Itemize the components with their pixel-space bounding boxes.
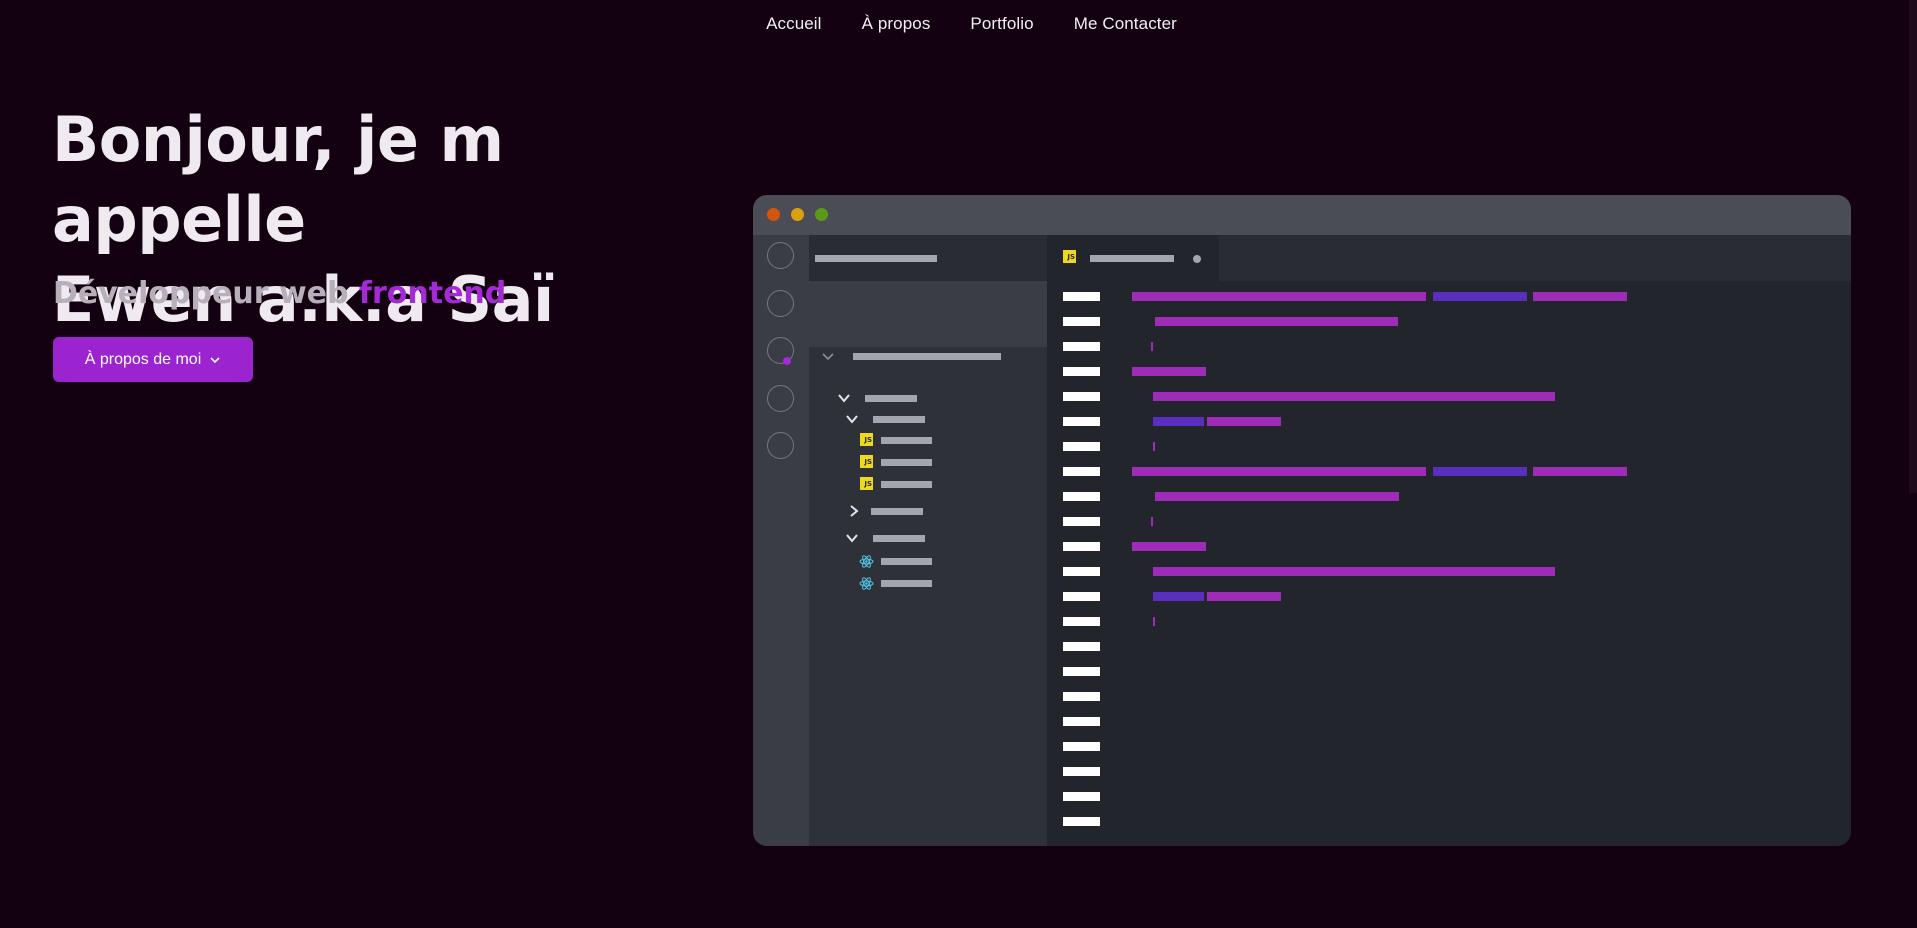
line-number-bar xyxy=(1063,617,1100,626)
hero-title-line-1: Bonjour, je m appelle xyxy=(52,103,504,256)
placeholder-bar xyxy=(865,395,917,402)
chevron-down-icon xyxy=(838,394,850,403)
line-number-bar xyxy=(1063,692,1100,701)
code-token xyxy=(1207,417,1281,426)
code-token xyxy=(1433,467,1527,476)
line-number-bar xyxy=(1063,542,1100,551)
placeholder-bar xyxy=(881,558,932,565)
line-number-bar xyxy=(1063,667,1100,676)
placeholder-bar xyxy=(881,580,932,587)
line-number-bar xyxy=(1063,367,1100,376)
chevron-down-icon xyxy=(210,356,220,363)
placeholder-bar xyxy=(815,255,937,262)
line-number-bar xyxy=(1063,717,1100,726)
code-token xyxy=(1155,492,1399,501)
line-number-bar xyxy=(1063,492,1100,501)
line-number-bar xyxy=(1063,642,1100,651)
about-me-button-label: À propos de moi xyxy=(84,350,202,368)
placeholder-bar xyxy=(853,353,1001,360)
line-number-bar xyxy=(1063,417,1100,426)
react-icon xyxy=(859,577,874,590)
code-token xyxy=(1153,567,1555,576)
code-token xyxy=(1153,392,1555,401)
js-file-icon: JS xyxy=(860,477,873,490)
nav-link-accueil[interactable]: Accueil xyxy=(766,14,822,34)
editor-titlebar xyxy=(753,195,1851,235)
line-number-bar xyxy=(1063,342,1100,351)
line-number-bar xyxy=(1063,817,1100,826)
chevron-right-icon xyxy=(850,505,859,517)
chevron-down-icon xyxy=(822,353,834,361)
line-number-bar xyxy=(1063,317,1100,326)
subtitle-accent: frontend xyxy=(358,276,507,311)
notification-dot-icon xyxy=(783,357,791,365)
code-token xyxy=(1132,467,1426,476)
line-number-bar xyxy=(1063,467,1100,476)
chevron-down-icon xyxy=(846,415,858,424)
js-file-icon: JS xyxy=(860,455,873,468)
nav-link-contact[interactable]: Me Contacter xyxy=(1074,14,1177,34)
placeholder-bar xyxy=(881,481,932,488)
code-token xyxy=(1153,417,1204,426)
line-number-bar xyxy=(1063,517,1100,526)
code-token xyxy=(1155,317,1398,326)
editor-tab-strip: JS xyxy=(1047,235,1851,281)
file-explorer: JS JS JS xyxy=(809,235,1047,846)
placeholder-bar xyxy=(871,508,923,515)
explorer-header xyxy=(809,235,1047,281)
line-number-bar xyxy=(1063,442,1100,451)
top-navigation: Accueil À propos Portfolio Me Contacter xyxy=(0,14,1917,34)
editor-tab: JS xyxy=(1047,235,1219,281)
js-file-icon: JS xyxy=(1063,250,1076,263)
activity-circle-icon xyxy=(767,290,794,317)
activity-bar xyxy=(753,235,809,846)
code-token xyxy=(1153,617,1155,626)
activity-circle-icon xyxy=(767,432,794,459)
code-token xyxy=(1151,517,1153,526)
code-token xyxy=(1151,342,1153,351)
about-me-button[interactable]: À propos de moi xyxy=(53,337,253,382)
code-token xyxy=(1132,367,1206,376)
close-dot-icon xyxy=(767,208,780,221)
line-number-bar xyxy=(1063,792,1100,801)
code-token xyxy=(1207,592,1281,601)
code-token xyxy=(1153,442,1155,451)
chevron-down-icon xyxy=(846,534,858,543)
line-number-bar xyxy=(1063,592,1100,601)
hero-subtitle: Développeur web frontend xyxy=(53,276,506,311)
placeholder-bar xyxy=(873,535,925,542)
unsaved-dot-icon xyxy=(1193,255,1201,263)
code-token xyxy=(1433,292,1527,301)
placeholder-bar xyxy=(881,437,932,444)
code-token xyxy=(1132,542,1206,551)
line-number-bar xyxy=(1063,742,1100,751)
code-editor-illustration: JS JS JS JS xyxy=(753,195,1851,846)
js-file-icon: JS xyxy=(860,433,873,446)
line-number-bar xyxy=(1063,292,1100,301)
minimize-dot-icon xyxy=(791,208,804,221)
code-token xyxy=(1132,292,1426,301)
explorer-block xyxy=(809,281,1047,347)
code-token xyxy=(1533,292,1627,301)
react-icon xyxy=(859,555,874,568)
placeholder-bar xyxy=(873,416,925,423)
maximize-dot-icon xyxy=(815,208,828,221)
line-number-bar xyxy=(1063,392,1100,401)
code-token xyxy=(1153,592,1204,601)
activity-circle-icon xyxy=(767,242,794,269)
placeholder-bar xyxy=(1090,255,1174,262)
nav-link-a-propos[interactable]: À propos xyxy=(862,14,931,34)
subtitle-prefix: Développeur web xyxy=(53,276,359,311)
line-number-bar xyxy=(1063,767,1100,776)
code-token xyxy=(1533,467,1627,476)
nav-link-portfolio[interactable]: Portfolio xyxy=(970,14,1033,34)
placeholder-bar xyxy=(881,459,932,466)
activity-circle-icon xyxy=(767,385,794,412)
page-scrollbar[interactable] xyxy=(1909,0,1917,493)
line-number-bar xyxy=(1063,567,1100,576)
